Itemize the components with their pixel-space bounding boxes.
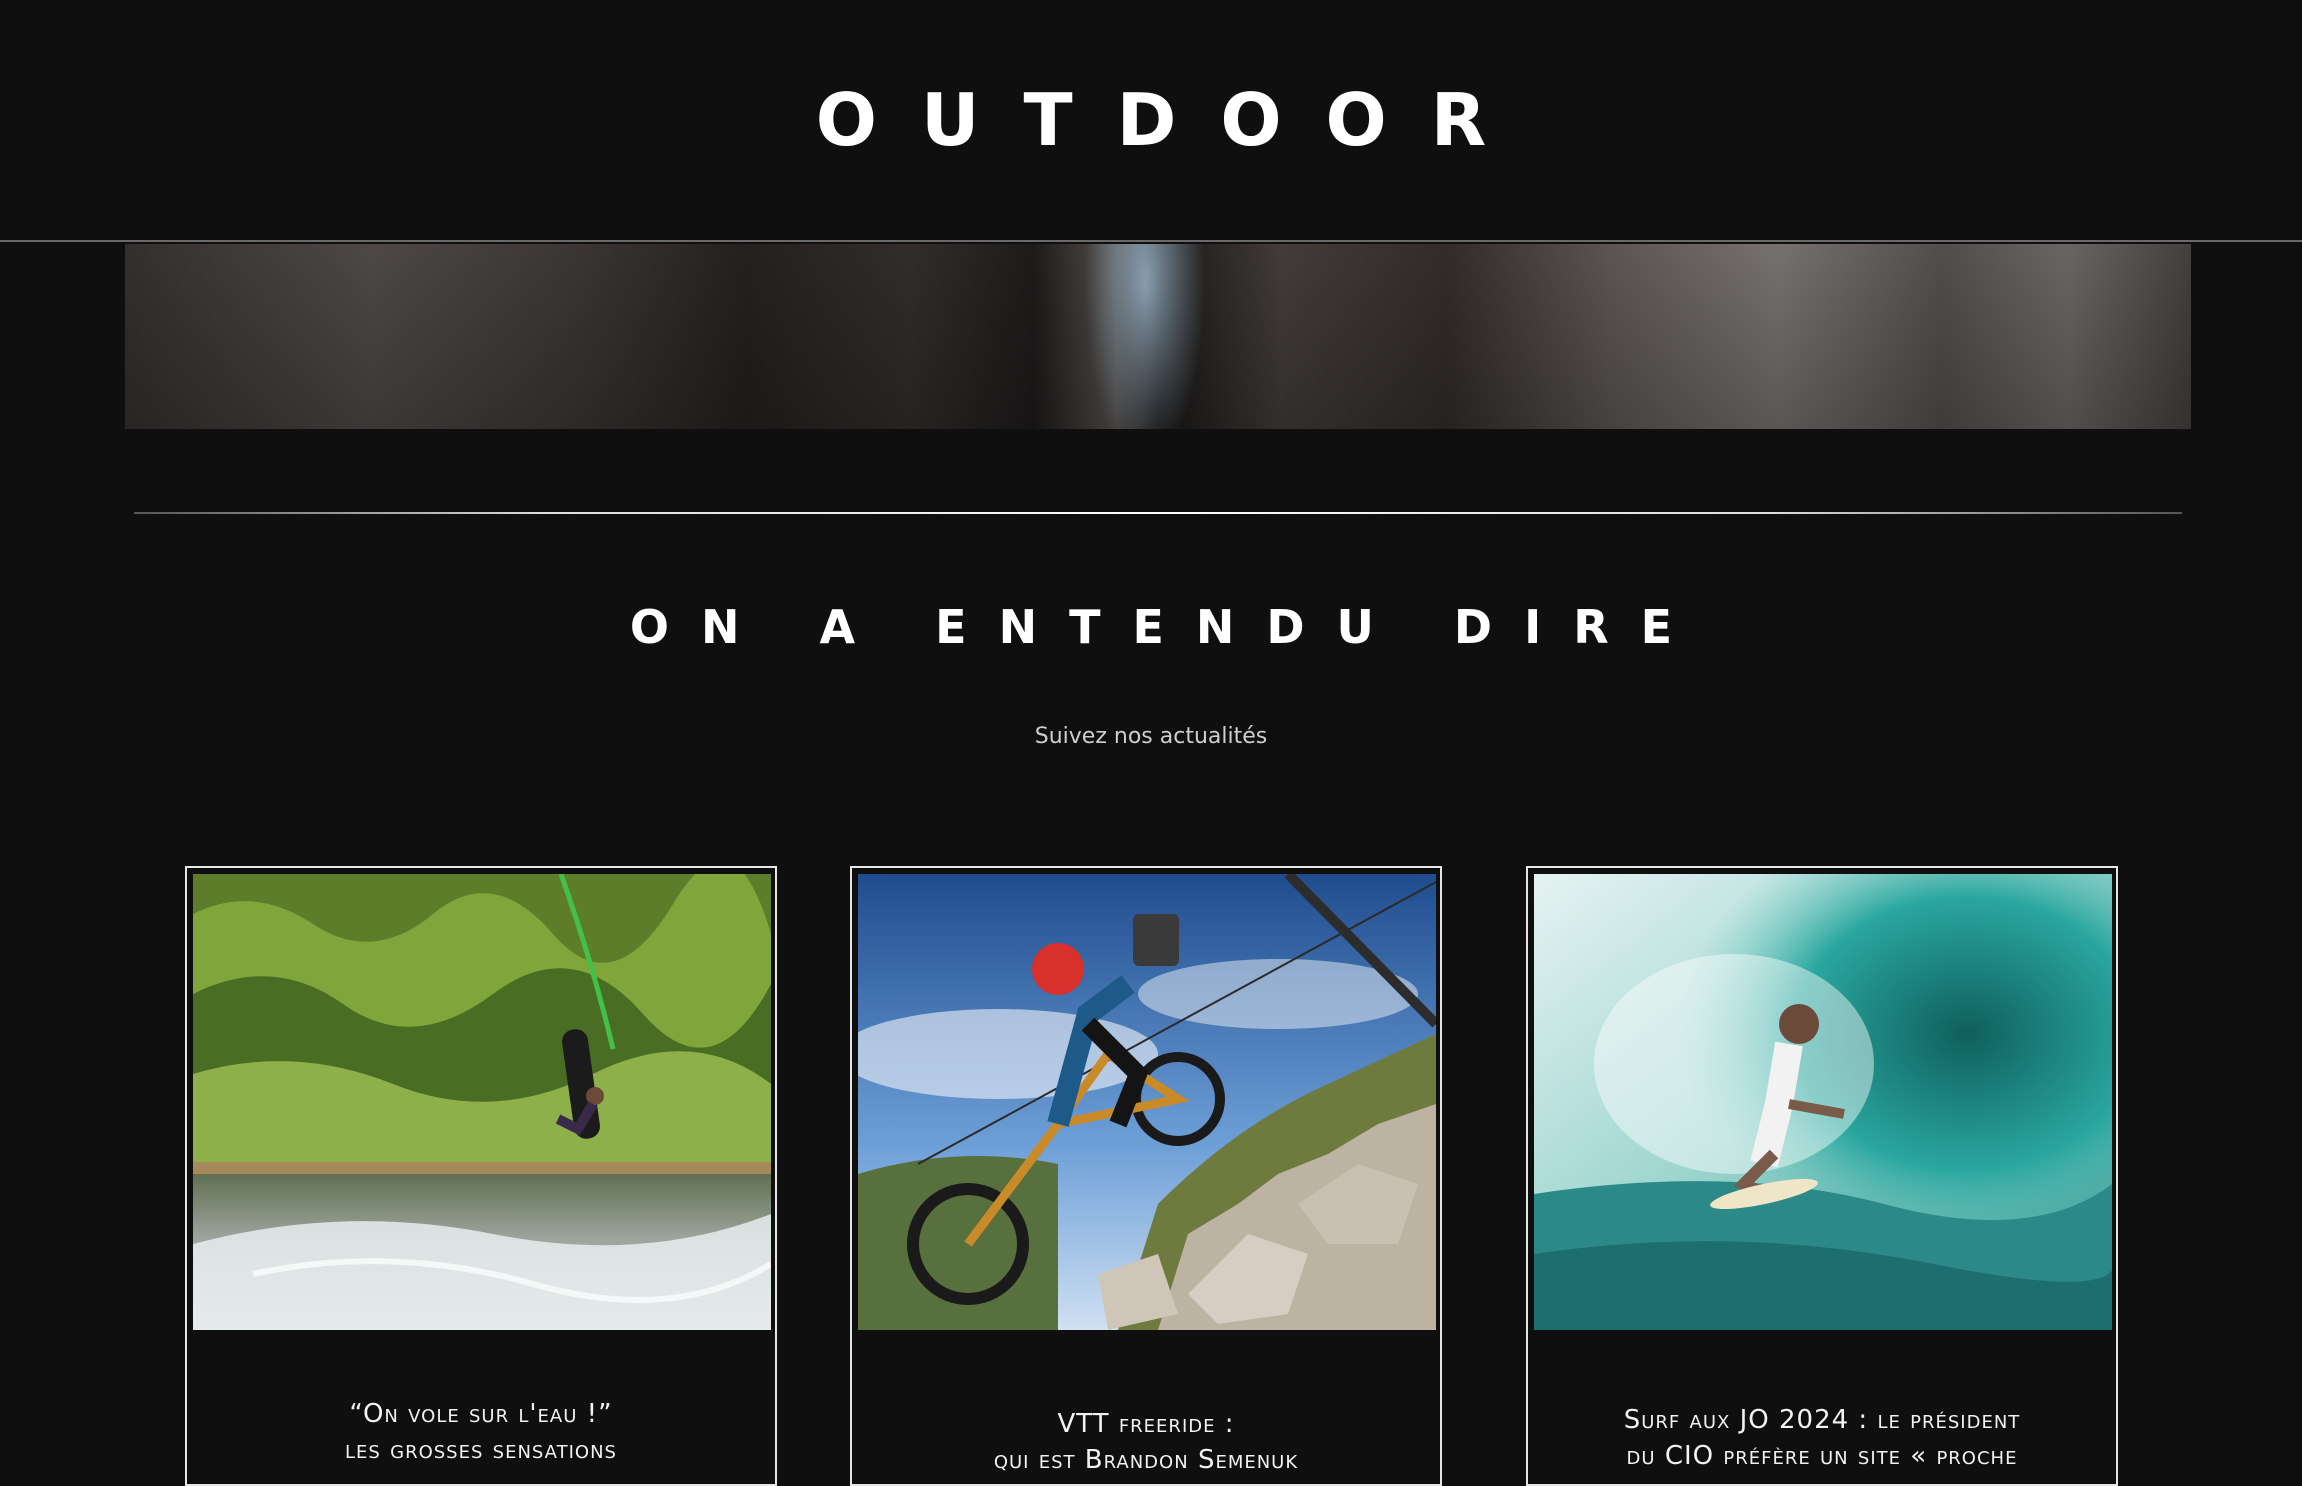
article-photo-wakeboard[interactable]: [193, 874, 771, 1330]
article-title-line: Surf aux JO 2024 : le président: [1623, 1405, 2021, 1435]
section-divider: [134, 512, 2182, 514]
section-subtitle: Suivez nos actualités: [1034, 724, 1268, 749]
article-card-wakeboard[interactable]: “On vole sur l'eau !” les grosses sensat…: [185, 866, 777, 1486]
article-caption-mtb[interactable]: VTT freeride : qui est Brandon Semenuk: [862, 1406, 1430, 1478]
article-title-line: qui est Brandon Semenuk: [993, 1445, 1299, 1475]
article-photo-mtb[interactable]: [858, 874, 1436, 1330]
article-title-line: “On vole sur l'eau !”: [349, 1399, 613, 1429]
article-title-line: VTT freeride :: [1057, 1409, 1235, 1439]
article-photo-surf[interactable]: [1534, 874, 2112, 1330]
section-title: ON A ENTENDU DIRE: [629, 600, 1705, 654]
brand-logo[interactable]: OUTDOOR: [0, 78, 2302, 162]
site-header: OUTDOOR: [0, 0, 2302, 242]
article-title-line: les grosses sensations: [345, 1435, 617, 1465]
article-caption-wakeboard[interactable]: “On vole sur l'eau !” les grosses sensat…: [197, 1396, 765, 1468]
hero-banner-image: [125, 244, 2191, 429]
article-card-surf[interactable]: Surf aux JO 2024 : le président du CIO p…: [1526, 866, 2118, 1486]
article-caption-surf[interactable]: Surf aux JO 2024 : le président du CIO p…: [1538, 1402, 2106, 1474]
article-card-mtb[interactable]: VTT freeride : qui est Brandon Semenuk: [850, 866, 1442, 1486]
article-title-line: du CIO préfère un site « proche: [1626, 1441, 2018, 1471]
